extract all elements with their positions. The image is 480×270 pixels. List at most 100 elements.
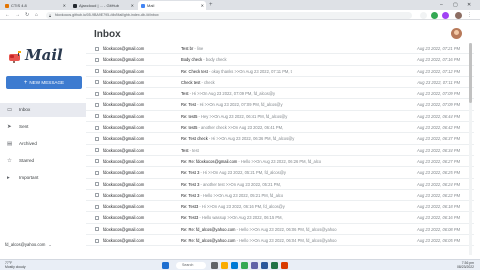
nav-item-inbox[interactable]: ▭ Inbox xyxy=(0,103,86,117)
email-row[interactable]: fdoxkocos@gmail.com Re: Test 3 - Hello >>… xyxy=(86,190,474,202)
email-row[interactable]: fdoxkocos@gmail.com Re: test5 - another c… xyxy=(86,122,474,134)
profile-avatar-icon[interactable] xyxy=(455,11,462,19)
email-subject-line: Re: Test 3 - another test >>On Aug 23 20… xyxy=(181,179,406,190)
tab-label: Mail xyxy=(147,3,155,8)
nav-item-sent[interactable]: ➤ Sent xyxy=(0,120,86,134)
email-row[interactable]: fdoxkocos@gmail.com Re: Test 3 - another … xyxy=(86,179,474,190)
browser-tab-strip: CTIS 4.8 ✕ Ajaxcloud | ... - GitHub ✕ Ma… xyxy=(0,0,480,10)
forward-icon[interactable]: → xyxy=(15,10,20,20)
browser-tab-mail[interactable]: Mail ✕ xyxy=(138,1,206,10)
email-row[interactable]: fdoxkocos@gmail.com Check test - check Aug… xyxy=(86,77,474,89)
weather-widget[interactable]: 77°F Mostly cloudy xyxy=(5,261,26,270)
url-input[interactable]: 🔒︎ fdoxkocos.github.io/05-9BA9E795-/db/M… xyxy=(46,11,412,19)
browser-tab-github[interactable]: Ajaxcloud | ... - GitHub ✕ xyxy=(70,1,136,10)
select-checkbox[interactable] xyxy=(95,46,99,51)
select-checkbox[interactable] xyxy=(95,238,99,243)
email-row[interactable]: fdoxkocos@gmail.com Re: Re: fd_alcos@yaho… xyxy=(86,224,474,236)
close-window-icon[interactable]: ✕ xyxy=(467,0,471,10)
select-checkbox[interactable] xyxy=(95,170,99,175)
email-date: Aug 23 2022, 06:25 PM xyxy=(416,170,460,176)
email-sender: fdoxkocos@gmail.com xyxy=(103,170,145,176)
select-checkbox[interactable] xyxy=(95,57,99,62)
browser-tab-ctis[interactable]: CTIS 4.8 ✕ xyxy=(2,1,68,10)
select-checkbox[interactable] xyxy=(95,69,99,74)
select-checkbox[interactable] xyxy=(95,114,99,119)
tab-favicon-icon xyxy=(5,3,9,8)
email-subject-line: Re: Test 3 - Hello >>On Aug 23 2022, 05:… xyxy=(181,190,406,201)
scrollbar[interactable] xyxy=(469,43,472,255)
email-row[interactable]: fdoxkocos@gmail.com Test - test Aug 23 202… xyxy=(86,145,474,156)
select-checkbox[interactable] xyxy=(95,125,99,130)
taskbar-search[interactable]: Search xyxy=(176,262,206,269)
minimize-icon[interactable]: – xyxy=(440,0,443,10)
nav-label: Sent xyxy=(19,124,29,129)
email-row[interactable]: fdoxkocos@gmail.com Re: Test - Hi >>On Au… xyxy=(86,99,474,111)
select-checkbox[interactable] xyxy=(95,80,99,85)
close-icon[interactable]: ✕ xyxy=(201,1,204,10)
email-row[interactable]: fdoxkocos@gmail.com Test - Hi >>On Aug 23… xyxy=(86,88,474,100)
email-row[interactable]: fdoxkocos@gmail.com Re: Check test - okay… xyxy=(86,66,474,77)
close-icon[interactable]: ✕ xyxy=(63,1,66,10)
email-row[interactable]: fdoxkocos@gmail.com Re: Re: fd_alcos@yaho… xyxy=(86,235,474,247)
windows-start-icon[interactable] xyxy=(162,262,169,269)
nav-item-starred[interactable]: ☆ Starred xyxy=(0,154,86,168)
email-row[interactable]: fdoxkocos@gmail.com Re: Test3 - Hello was… xyxy=(86,212,474,224)
email-row[interactable]: fdoxkocos@gmail.com Re: Test check - Hi >… xyxy=(86,133,474,145)
edge-icon[interactable] xyxy=(231,262,238,269)
task-view-icon[interactable] xyxy=(211,262,218,269)
email-subject: Re: Test3 xyxy=(181,204,199,210)
close-icon[interactable]: ✕ xyxy=(131,1,134,10)
nav-item-important[interactable]: ▸ Important xyxy=(0,171,86,185)
select-checkbox[interactable] xyxy=(95,148,99,153)
email-row[interactable]: fdoxkocos@gmail.com Re: Test 3 - Hi >>On … xyxy=(86,167,474,179)
back-icon[interactable]: ← xyxy=(5,10,10,20)
bookmark-star-icon[interactable] xyxy=(420,11,427,19)
excel-icon[interactable] xyxy=(271,262,278,269)
select-checkbox[interactable] xyxy=(95,193,99,198)
select-checkbox[interactable] xyxy=(95,182,99,187)
star-icon: ☆ xyxy=(7,158,12,164)
email-date: Aug 23 2022, 06:27 PM xyxy=(416,158,460,164)
reload-icon[interactable]: ↻ xyxy=(25,10,29,20)
new-tab-button[interactable]: + xyxy=(209,1,213,10)
extension-icon[interactable] xyxy=(431,11,438,19)
account-switcher[interactable]: fd_alcos@yahoo.com ⌄ xyxy=(5,242,52,247)
word-icon[interactable] xyxy=(261,262,268,269)
select-checkbox[interactable] xyxy=(95,227,99,232)
email-date: Aug 23 2022, 07:09 PM xyxy=(416,102,460,108)
email-sender: fdoxkocos@gmail.com xyxy=(103,113,145,119)
file-explorer-icon[interactable] xyxy=(221,262,228,269)
weather-desc: Mostly cloudy xyxy=(5,265,26,270)
select-checkbox[interactable] xyxy=(95,159,99,164)
chrome-icon[interactable] xyxy=(241,262,248,269)
home-icon[interactable]: ⌂ xyxy=(35,10,38,20)
email-row[interactable]: fdoxkocos@gmail.com Re: test5 - Hey >>On … xyxy=(86,111,474,123)
email-row[interactable]: fdoxkocos@gmail.com Re: Re: fdoxkocos@gma… xyxy=(86,156,474,168)
select-checkbox[interactable] xyxy=(95,136,99,141)
lock-icon[interactable]: 🔒︎ xyxy=(49,12,51,19)
teams-icon[interactable] xyxy=(251,262,258,269)
logo-text: Mail xyxy=(25,46,63,64)
select-checkbox[interactable] xyxy=(95,102,99,107)
app-sidebar: Mail + NEW MESSAGE ▭ Inbox ➤ Sent ▤ Archi… xyxy=(0,20,86,259)
email-date: Aug 23 2022, 06:22 PM xyxy=(416,192,460,198)
system-clock[interactable]: 7:36 pm 08/23/2022 xyxy=(457,261,474,270)
email-row[interactable]: fdoxkocos@gmail.com Body check - body che… xyxy=(86,54,474,66)
github-icon xyxy=(73,3,77,8)
maximize-icon[interactable]: ▢ xyxy=(453,0,458,10)
select-checkbox[interactable] xyxy=(95,91,99,96)
app-icon[interactable] xyxy=(281,262,288,269)
browser-menu-icon[interactable]: ⋮ xyxy=(467,10,472,20)
user-avatar[interactable] xyxy=(451,28,462,39)
plus-icon: + xyxy=(23,80,28,86)
email-date: Aug 23 2022, 06:24 PM xyxy=(416,181,460,187)
nav-item-archived[interactable]: ▤ Archived xyxy=(0,137,86,151)
new-message-button[interactable]: + NEW MESSAGE xyxy=(6,76,82,89)
email-row[interactable]: fdoxkocos@gmail.com Re: Test3 - Hi >>On A… xyxy=(86,201,474,213)
email-sender: fdoxkocos@gmail.com xyxy=(103,57,145,63)
select-checkbox[interactable] xyxy=(95,204,99,209)
email-row[interactable]: fdoxkocos@gmail.com Test br - line Aug 23 … xyxy=(86,43,474,55)
extension-icon[interactable] xyxy=(442,11,449,19)
select-checkbox[interactable] xyxy=(95,215,99,220)
scrollbar-thumb[interactable] xyxy=(469,43,472,103)
